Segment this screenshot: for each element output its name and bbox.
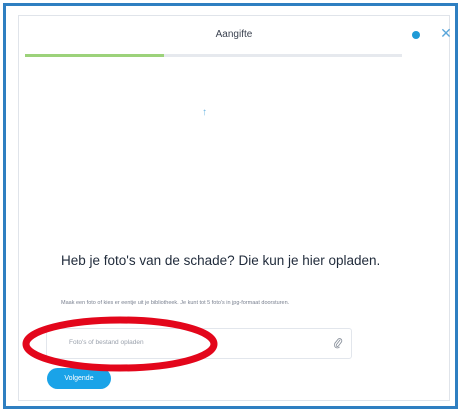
screenshot-frame: Aangifte ✕ ↑ Heb je foto's van de schade… (3, 3, 458, 409)
next-button[interactable]: Volgende (47, 368, 111, 389)
status-dot-icon (412, 31, 420, 39)
dialog-header: Aangifte ✕ (19, 16, 452, 54)
file-upload-field[interactable]: Foto's of bestand opladen (46, 328, 352, 359)
page-heading: Heb je foto's van de schade? Die kun je … (61, 253, 381, 268)
upload-arrow-icon: ↑ (202, 107, 207, 118)
close-button[interactable]: ✕ (438, 24, 454, 42)
helper-text: Maak een foto of kies er eentje uit je b… (61, 300, 290, 306)
progress-bar-fill (25, 54, 165, 57)
dialog-title: Aangifte (215, 29, 253, 40)
upload-placeholder: Foto's of bestand opladen (69, 339, 144, 346)
progress-bar (25, 54, 402, 57)
paperclip-icon (333, 338, 343, 349)
